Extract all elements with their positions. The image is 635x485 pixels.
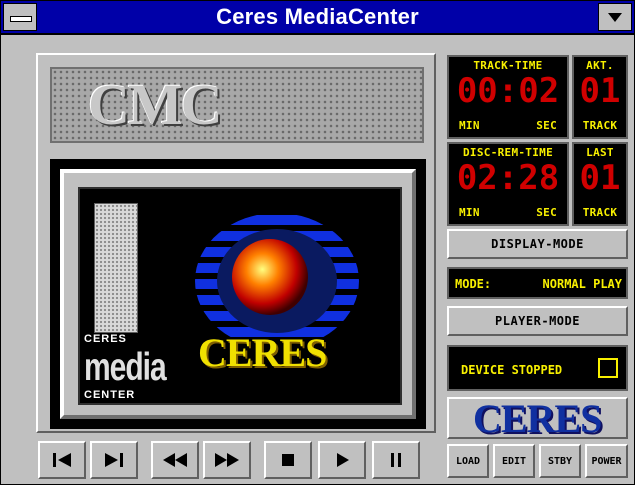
- pause-icon: [391, 453, 401, 467]
- device-status-text: DEVICE STOPPED: [461, 363, 563, 377]
- disc-remaining-sec-label: SEC: [536, 206, 557, 219]
- mode-value: NORMAL PLAY: [542, 277, 622, 291]
- screen-ceres-logo: CERES: [198, 330, 327, 375]
- power-button[interactable]: POWER: [585, 444, 628, 478]
- previous-track-button[interactable]: [38, 441, 86, 479]
- device-status-display: DEVICE STOPPED: [447, 345, 628, 391]
- track-time-digits: 00:02: [456, 71, 560, 111]
- current-track-unit: TRACK: [582, 119, 618, 132]
- standby-button[interactable]: STBY: [539, 444, 581, 478]
- stop-button[interactable]: [264, 441, 312, 479]
- triangle-down-icon: [608, 13, 622, 22]
- current-track-display: AKT. 01 TRACK: [572, 55, 628, 139]
- video-bezel: CERES media CENTER CERES: [60, 169, 416, 419]
- video-frame: CERES media CENTER CERES: [50, 159, 426, 429]
- dot-pattern-panel: [94, 203, 138, 333]
- system-menu-icon: [10, 16, 32, 22]
- app-window: Ceres MediaCenter CMC CERES media CENTER: [0, 0, 635, 485]
- fast-forward-icon: [215, 453, 239, 467]
- rewind-icon: [163, 453, 187, 467]
- stop-icon: [282, 454, 294, 466]
- play-icon: [337, 453, 349, 467]
- logo-line-ceres: CERES: [84, 333, 127, 345]
- rewind-button[interactable]: [151, 441, 199, 479]
- edit-button[interactable]: EDIT: [493, 444, 535, 478]
- title-bar[interactable]: Ceres MediaCenter: [1, 1, 634, 35]
- pause-button[interactable]: [372, 441, 420, 479]
- disc-remaining-display: DISC-REM-TIME 02:28 MIN SEC: [447, 142, 569, 226]
- last-track-unit: TRACK: [582, 206, 618, 219]
- minimize-button[interactable]: [598, 3, 632, 31]
- disc-remaining-digits: 02:28: [456, 158, 560, 198]
- video-screen: CERES media CENTER CERES: [78, 187, 402, 405]
- track-time-sec-label: SEC: [536, 119, 557, 132]
- cmc-logo: CMC: [88, 72, 223, 137]
- logo-line-center: CENTER: [84, 389, 136, 401]
- mode-display: MODE: NORMAL PLAY: [447, 267, 628, 299]
- play-button[interactable]: [318, 441, 366, 479]
- status-square-icon: [598, 358, 618, 378]
- current-track-digits: 01: [579, 71, 621, 111]
- load-button[interactable]: LOAD: [447, 444, 489, 478]
- media-panel: CMC CERES media CENTER CERES: [36, 53, 436, 433]
- next-track-icon: [105, 453, 123, 467]
- ceres-brand-logo: CERES: [473, 396, 602, 441]
- ceres-media-center-logo: CERES media CENTER: [84, 329, 167, 401]
- next-track-button[interactable]: [90, 441, 138, 479]
- brand-plate: CERES: [447, 396, 628, 441]
- fast-forward-button[interactable]: [203, 441, 251, 479]
- mode-label: MODE:: [455, 277, 492, 291]
- player-mode-button[interactable]: PLAYER-MODE: [447, 306, 628, 336]
- track-time-display: TRACK-TIME 00:02 MIN SEC: [447, 55, 569, 139]
- cmc-plate: CMC: [50, 67, 424, 143]
- logo-line-media: media: [84, 346, 167, 390]
- previous-track-icon: [53, 453, 71, 467]
- window-title: Ceres MediaCenter: [216, 4, 419, 29]
- last-track-display: LAST 01 TRACK: [572, 142, 628, 226]
- system-menu-button[interactable]: [3, 3, 37, 31]
- last-track-digits: 01: [579, 158, 621, 198]
- display-mode-button[interactable]: DISPLAY-MODE: [447, 229, 628, 259]
